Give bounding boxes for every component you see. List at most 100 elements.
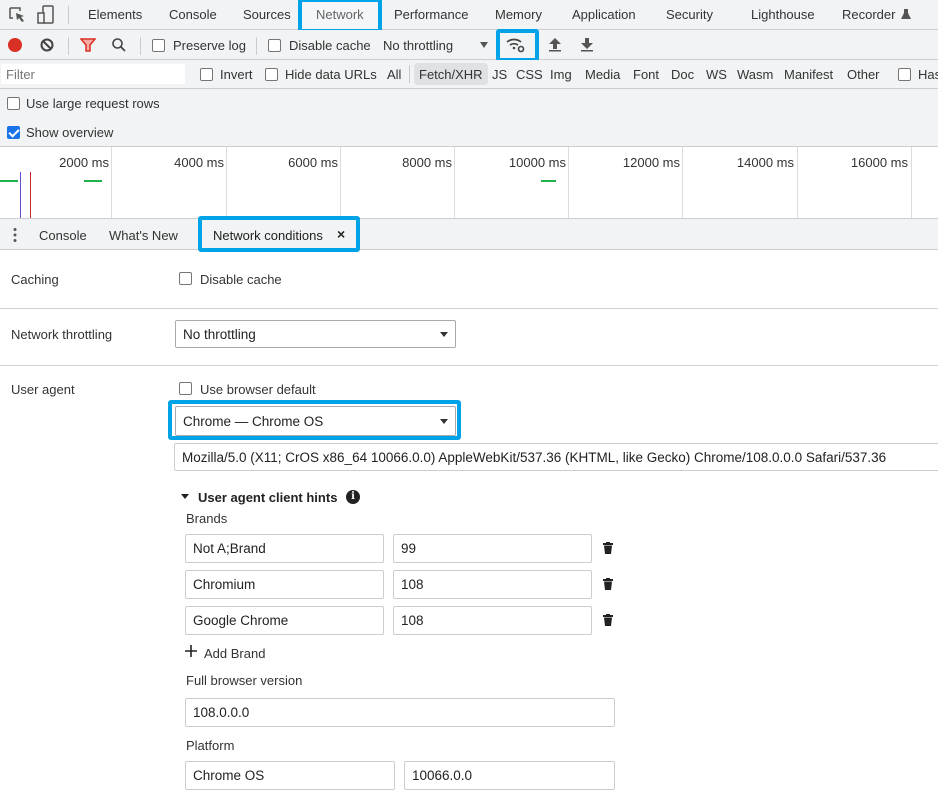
inspect-element-icon[interactable] xyxy=(8,6,26,24)
type-filter-other[interactable]: Other xyxy=(847,67,880,82)
drawer-tab-whats-new[interactable]: What's New xyxy=(109,228,178,243)
disable-cache-checkbox[interactable] xyxy=(268,39,281,52)
tab-security[interactable]: Security xyxy=(666,7,713,22)
tab-application[interactable]: Application xyxy=(572,7,636,22)
tab-performance[interactable]: Performance xyxy=(394,7,468,22)
brand-version-input[interactable]: 99 xyxy=(393,534,592,563)
hide-data-urls-checkbox[interactable] xyxy=(265,68,278,81)
info-icon[interactable]: i xyxy=(346,490,360,504)
platform-version-input[interactable]: 10066.0.0 xyxy=(404,761,615,790)
filter-bar: Invert Hide data URLs All Fetch/XHR JS C… xyxy=(0,60,938,89)
use-browser-default-label: Use browser default xyxy=(200,382,316,397)
type-filter-wasm[interactable]: Wasm xyxy=(737,67,773,82)
overview-tick: 8000 ms xyxy=(402,155,452,170)
network-throttling-label: Network throttling xyxy=(11,327,113,342)
network-conditions-tab-highlight xyxy=(198,216,360,252)
brand-name-input[interactable]: Not A;Brand xyxy=(185,534,384,563)
delete-brand-trash-icon[interactable] xyxy=(603,542,613,554)
tab-recorder[interactable]: Recorder xyxy=(842,7,895,22)
filter-icon[interactable] xyxy=(80,38,96,52)
disable-cache-label: Disable cache xyxy=(289,38,371,53)
network-toolbar: Preserve log Disable cache No throttling xyxy=(0,30,938,60)
overview-tick: 14000 ms xyxy=(736,155,794,170)
invert-label: Invert xyxy=(220,67,253,82)
tab-console[interactable]: Console xyxy=(169,7,217,22)
has-blocked-cookies-checkbox[interactable] xyxy=(898,68,911,81)
invert-checkbox[interactable] xyxy=(200,68,213,81)
type-filter-img[interactable]: Img xyxy=(550,67,572,82)
add-brand-label: Add Brand xyxy=(204,646,266,661)
brand-name-input[interactable]: Google Chrome xyxy=(185,606,384,635)
has-blocked-cookies-label: Has xyxy=(918,67,938,82)
network-throttling-value: No throttling xyxy=(183,326,256,342)
type-filter-all[interactable]: All xyxy=(387,67,401,82)
search-icon[interactable] xyxy=(111,37,127,53)
request-bar xyxy=(541,180,556,182)
overview-tick: 6000 ms xyxy=(288,155,338,170)
overview-tick: 10000 ms xyxy=(508,155,566,170)
platform-input[interactable]: Chrome OS xyxy=(185,761,395,790)
delete-brand-trash-icon[interactable] xyxy=(603,578,613,590)
show-overview-label: Show overview xyxy=(26,125,114,140)
overview-tick: 16000 ms xyxy=(850,155,908,170)
platform-label: Platform xyxy=(186,738,235,753)
more-tools-menu-icon[interactable] xyxy=(12,227,18,243)
record-icon[interactable] xyxy=(8,38,22,52)
brand-version-input[interactable]: 108 xyxy=(393,570,592,599)
load-event-marker xyxy=(30,172,31,218)
throttling-select[interactable]: No throttling xyxy=(383,38,453,53)
clear-icon[interactable] xyxy=(40,38,54,52)
type-filter-fetch-xhr[interactable]: Fetch/XHR xyxy=(414,63,488,85)
throttling-dropdown-icon[interactable] xyxy=(480,42,488,48)
preserve-log-checkbox[interactable] xyxy=(152,39,165,52)
disable-cache-label: Disable cache xyxy=(200,272,282,287)
large-rows-checkbox[interactable] xyxy=(7,97,20,110)
device-toolbar-icon[interactable] xyxy=(36,5,56,25)
brand-version-input[interactable]: 108 xyxy=(393,606,592,635)
drawer-tab-bar: Console What's New Network conditions × xyxy=(0,218,938,250)
hide-data-urls-label: Hide data URLs xyxy=(285,67,377,82)
disable-cache-checkbox[interactable] xyxy=(179,272,192,285)
full-version-input[interactable]: 108.0.0.0 xyxy=(185,698,615,727)
overview-tick: 4000 ms xyxy=(174,155,224,170)
large-rows-label: Use large request rows xyxy=(26,96,160,111)
overview-tick: 2000 ms xyxy=(59,155,109,170)
type-filter-media[interactable]: Media xyxy=(585,67,620,82)
preserve-log-label: Preserve log xyxy=(173,38,246,53)
settings-pane: Use large request rows Show overview xyxy=(0,89,938,147)
network-tab-highlight xyxy=(298,0,382,33)
user-agent-select-highlight xyxy=(168,400,461,440)
export-har-icon[interactable] xyxy=(580,37,594,53)
type-filter-ws[interactable]: WS xyxy=(706,67,727,82)
show-overview-checkbox[interactable] xyxy=(7,126,20,139)
plus-icon xyxy=(185,645,197,657)
caching-label: Caching xyxy=(11,272,59,287)
type-filter-font[interactable]: Font xyxy=(633,67,659,82)
main-tab-bar: Elements Console Sources Network Perform… xyxy=(0,0,938,30)
tab-lighthouse[interactable]: Lighthouse xyxy=(751,7,815,22)
tab-sources[interactable]: Sources xyxy=(243,7,291,22)
import-har-icon[interactable] xyxy=(548,37,562,53)
experimental-flask-icon xyxy=(901,9,911,19)
drawer-tab-console[interactable]: Console xyxy=(39,228,87,243)
full-version-label: Full browser version xyxy=(186,673,303,688)
collapse-triangle-icon[interactable] xyxy=(181,494,189,499)
brands-label: Brands xyxy=(186,511,228,526)
type-filter-js[interactable]: JS xyxy=(492,67,507,82)
user-agent-string: Mozilla/5.0 (X11; CrOS x86_64 10066.0.0)… xyxy=(182,449,887,465)
filter-input[interactable] xyxy=(1,64,185,84)
network-throttling-select[interactable]: No throttling xyxy=(175,320,456,348)
tab-memory[interactable]: Memory xyxy=(495,7,542,22)
type-filter-css[interactable]: CSS xyxy=(516,67,543,82)
user-agent-string-input[interactable]: Mozilla/5.0 (X11; CrOS x86_64 10066.0.0)… xyxy=(174,443,938,471)
type-filter-manifest[interactable]: Manifest xyxy=(784,67,833,82)
request-bar xyxy=(84,180,102,182)
tab-elements[interactable]: Elements xyxy=(88,7,142,22)
user-agent-label: User agent xyxy=(11,382,75,397)
type-filter-doc[interactable]: Doc xyxy=(671,67,694,82)
brand-name-input[interactable]: Chromium xyxy=(185,570,384,599)
delete-brand-trash-icon[interactable] xyxy=(603,614,613,626)
client-hints-title[interactable]: User agent client hints xyxy=(198,490,337,505)
use-browser-default-checkbox[interactable] xyxy=(179,382,192,395)
overview-tick: 12000 ms xyxy=(622,155,680,170)
